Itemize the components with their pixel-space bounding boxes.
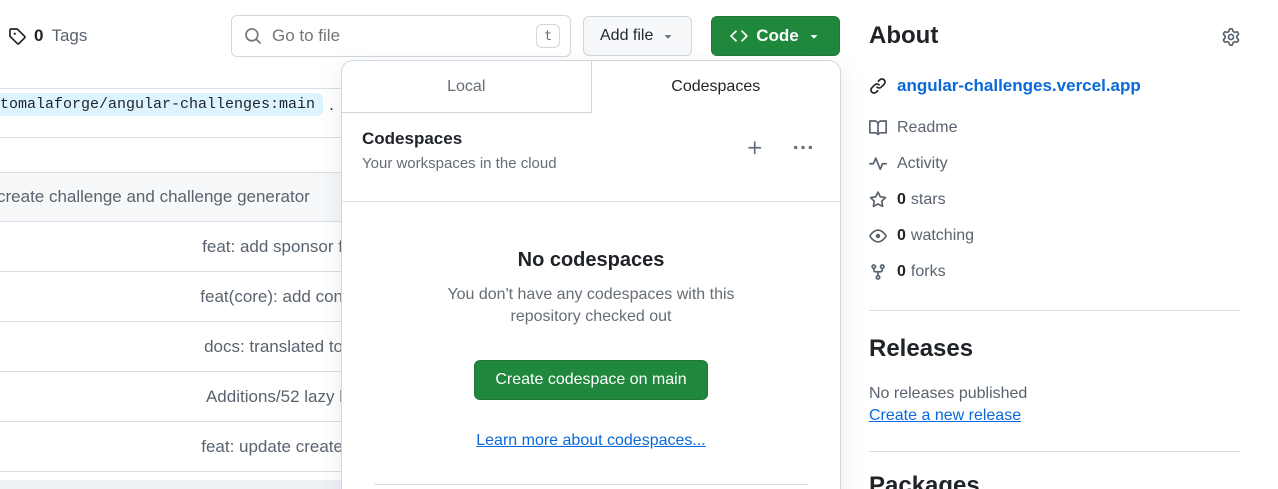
table-row[interactable]: Additions/52 lazy l [0,372,345,422]
row-commit-message[interactable]: feat: add sponsor f [202,237,343,257]
sidebar-item-activity[interactable]: Activity [869,146,1240,182]
branch-banner-bottom-border [0,137,345,138]
book-icon [869,119,887,137]
codespaces-blankslate: No codespaces You don't have any codespa… [342,202,840,485]
search-icon [244,27,262,45]
row-commit-message[interactable]: docs: translated to [204,337,343,357]
table-row[interactable]: docs: translated to [0,322,345,372]
forks-count: 0 [897,263,906,281]
blankslate-title: No codespaces [374,248,808,272]
star-icon [869,191,887,209]
about-title: About [869,22,938,50]
sidebar-item-forks[interactable]: 0 forks [869,254,1240,290]
sidebar-item-label: stars [911,191,946,209]
gear-icon[interactable] [1222,28,1240,46]
about-sidebar: About angular-challenges.vercel.app Read… [869,0,1240,489]
tags-label: Tags [51,26,87,46]
table-row[interactable]: feat(core): add con [0,272,345,322]
go-to-file-search[interactable]: t [231,15,571,57]
sidebar-item-watching[interactable]: 0 watching [869,218,1240,254]
sidebar-item-label: watching [911,227,974,245]
row-commit-message[interactable]: Additions/52 lazy l [206,387,343,407]
packages-title: Packages [869,472,1240,489]
releases-empty-text: No releases published [869,385,1240,403]
branch-banner-top-border [0,88,345,89]
sidebar-item-label: Readme [897,119,957,137]
website-row: angular-challenges.vercel.app [869,76,1240,96]
add-file-label: Add file [600,27,653,45]
codespaces-header: Codespaces Your workspaces in the cloud [342,113,840,201]
codespaces-subtitle: Your workspaces in the cloud [362,155,557,173]
tags-counter[interactable]: 0 Tags [8,26,87,46]
github-repo-page: tomalaforge/angular-challenges:main . cr… [0,0,1278,489]
new-codespace-plus-icon[interactable] [746,139,764,173]
add-file-button[interactable]: Add file [583,16,692,56]
sidebar-item-label: forks [911,263,946,281]
chevron-down-icon [661,29,675,43]
sidebar-item-stars[interactable]: 0 stars [869,182,1240,218]
row-commit-message[interactable]: feat(core): add con [200,287,343,307]
tag-icon [8,27,26,45]
branch-banner: tomalaforge/angular-challenges:main . [0,93,345,116]
file-rows: feat: add sponsor f feat(core): add con … [0,222,345,472]
blankslate-description: You don't have any codespaces with this … [426,284,756,328]
latest-commit-bar[interactable]: create challenge and challenge generator [0,172,345,222]
watching-count: 0 [897,227,906,245]
branch-banner-suffix: . [329,95,334,115]
codespaces-title: Codespaces [362,129,557,149]
table-row[interactable]: feat: update create [0,422,345,472]
tab-codespaces[interactable]: Codespaces [592,61,841,113]
pulse-icon [869,155,887,173]
latest-commit-message[interactable]: create challenge and challenge generator [0,187,310,207]
tags-count: 0 [34,26,43,46]
tab-local[interactable]: Local [342,61,592,113]
sidebar-divider [869,451,1240,452]
readme-banner-edge [0,480,345,489]
code-dropdown-panel: Local Codespaces Codespaces Your workspa… [341,60,841,489]
sidebar-item-label: Activity [897,155,948,173]
kebab-menu-icon[interactable] [794,139,812,173]
create-release-link[interactable]: Create a new release [869,407,1021,425]
create-codespace-button[interactable]: Create codespace on main [474,360,707,400]
repo-forked-icon [869,263,887,281]
stars-count: 0 [897,191,906,209]
sidebar-item-readme[interactable]: Readme [869,110,1240,146]
row-commit-message[interactable]: feat: update create [201,437,343,457]
chevron-down-icon [807,29,821,43]
search-input[interactable] [272,26,536,46]
code-button[interactable]: Code [711,16,840,56]
table-row[interactable]: feat: add sponsor f [0,222,345,272]
file-table-background: tomalaforge/angular-challenges:main . cr… [0,0,345,489]
link-icon [869,77,887,95]
releases-title: Releases [869,335,1240,363]
shortcut-key-badge: t [536,24,560,48]
panel-divider [374,484,808,485]
learn-more-link[interactable]: Learn more about codespaces... [476,432,705,450]
code-icon [730,27,748,45]
code-dropdown-tabs: Local Codespaces [342,61,840,113]
sidebar-divider [869,310,1240,311]
eye-icon [869,227,887,245]
website-link[interactable]: angular-challenges.vercel.app [897,76,1141,96]
code-button-label: Code [756,26,799,46]
branch-ref-code: tomalaforge/angular-challenges:main [0,93,323,116]
